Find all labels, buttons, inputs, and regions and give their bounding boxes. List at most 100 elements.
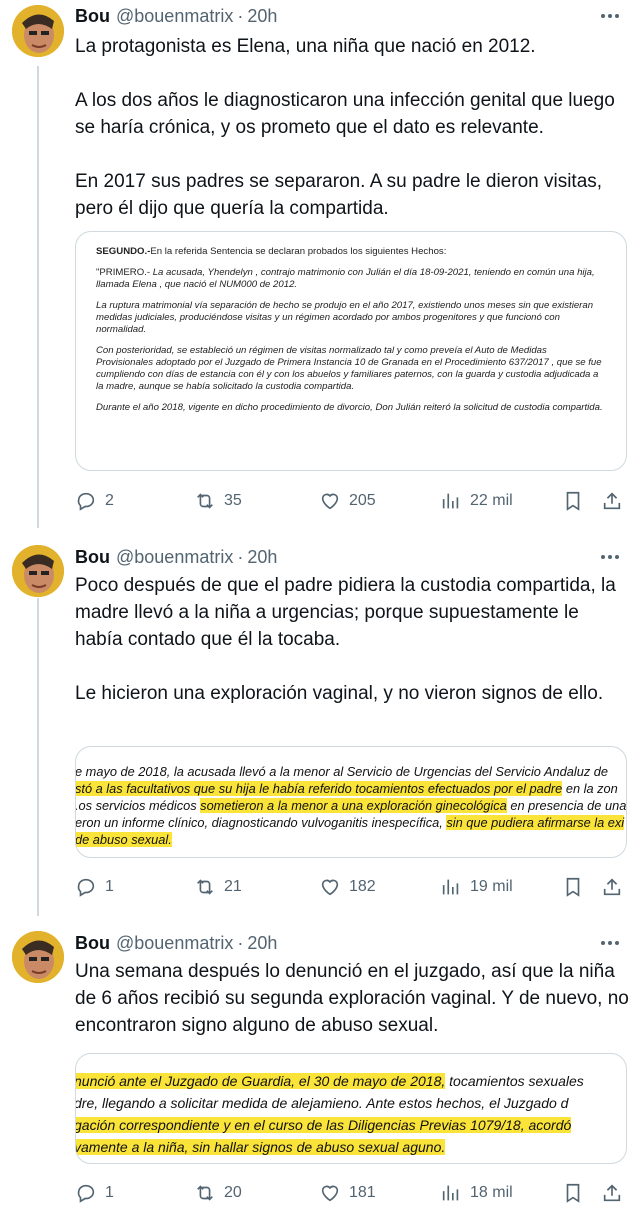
- retweet-count: 35: [224, 492, 242, 509]
- bookmark-icon: [566, 1183, 580, 1203]
- retweet-button[interactable]: 35: [194, 490, 242, 512]
- reply-icon: [77, 492, 95, 511]
- doc-text: La acusada, Yhendelyn , contrajo matrimo…: [96, 267, 595, 290]
- excerpt-line: dre, llegando a solicitar medida de alej…: [75, 1095, 569, 1111]
- doc-text: Durante el año 2018, vigente en dicho pr…: [96, 402, 603, 413]
- excerpt-text: eron un informe clínico, diagnosticando …: [75, 815, 447, 830]
- reply-button[interactable]: 2: [75, 490, 114, 512]
- like-icon: [321, 1185, 339, 1202]
- separator-dot: ·: [237, 546, 244, 567]
- excerpt-line: nunció ante el Juzgado de Guardia, el 30…: [76, 1070, 626, 1092]
- tweet[interactable]: Bou @bouenmatrix · 20h Poco después de q…: [0, 538, 636, 920]
- share-button[interactable]: [601, 876, 623, 898]
- highlight: vamente a la niña, sin hallar signos de …: [75, 1139, 446, 1155]
- author-handle[interactable]: @bouenmatrix: [116, 933, 233, 954]
- highlight: stó a las facultativos que su hija le ha…: [75, 781, 563, 796]
- retweet-button[interactable]: 21: [194, 876, 242, 898]
- tweet-paragraph: Le hicieron una exploración vaginal, y n…: [75, 683, 604, 704]
- reply-count: 1: [105, 1184, 114, 1201]
- tweet-text: Poco después de que el padre pidiera la …: [75, 572, 631, 707]
- tweet-header: Bou @bouenmatrix · 20h: [75, 932, 277, 954]
- separator-dot: ·: [237, 5, 244, 26]
- retweet-button[interactable]: 20: [194, 1182, 242, 1204]
- avatar[interactable]: [12, 545, 64, 597]
- excerpt-line: .os servicios médicos sometieron a la me…: [75, 797, 627, 814]
- avatar[interactable]: [12, 5, 64, 57]
- views-count: 19 mil: [470, 878, 513, 895]
- doc-heading: SEGUNDO.-: [96, 246, 151, 257]
- more-icon[interactable]: [598, 932, 622, 954]
- bookmark-icon: [566, 877, 580, 897]
- tweet[interactable]: Bou @bouenmatrix · 20h La protagonista e…: [0, 0, 636, 530]
- action-bar: 2 35 205 22 mil: [75, 489, 631, 513]
- views-icon: [442, 1185, 459, 1201]
- views-icon: [442, 879, 459, 895]
- document-excerpt: e mayo de 2018, la acusada llevó a la me…: [75, 747, 627, 848]
- doc-text: "PRIMERO.-: [96, 267, 153, 278]
- bookmark-button[interactable]: [562, 1182, 584, 1204]
- like-icon: [321, 493, 339, 510]
- media-document[interactable]: SEGUNDO.-En la referida Sentencia se dec…: [75, 231, 627, 471]
- views-button[interactable]: 18 mil: [440, 1182, 513, 1204]
- views-count: 18 mil: [470, 1184, 513, 1201]
- doc-text: Con posterioridad, se estableció un régi…: [96, 345, 602, 392]
- author-name[interactable]: Bou: [75, 547, 110, 568]
- share-button[interactable]: [601, 490, 623, 512]
- like-icon: [321, 879, 339, 896]
- share-icon: [603, 878, 621, 896]
- share-icon: [603, 1184, 621, 1202]
- excerpt-line: stó a las facultativos que su hija le ha…: [75, 780, 626, 797]
- author-name[interactable]: Bou: [75, 6, 110, 27]
- more-icon[interactable]: [598, 5, 622, 27]
- separator-dot: ·: [237, 932, 244, 953]
- tweet-paragraph: En 2017 sus padres se separaron. A su pa…: [75, 171, 603, 219]
- views-button[interactable]: 19 mil: [440, 876, 513, 898]
- document-excerpt: SEGUNDO.-En la referida Sentencia se dec…: [76, 232, 626, 433]
- retweet-count: 21: [224, 878, 242, 895]
- reply-button[interactable]: 1: [75, 876, 114, 898]
- author-name[interactable]: Bou: [75, 933, 110, 954]
- bookmark-button[interactable]: [562, 876, 584, 898]
- doc-text: La ruptura matrimonial vía separación de…: [96, 300, 594, 335]
- author-handle[interactable]: @bouenmatrix: [116, 6, 233, 27]
- media-highlighted-excerpt[interactable]: nunció ante el Juzgado de Guardia, el 30…: [75, 1053, 627, 1164]
- retweet-icon: [197, 493, 213, 509]
- more-icon[interactable]: [598, 546, 622, 568]
- highlight: gación correspondiente y en el curso de …: [75, 1117, 572, 1133]
- excerpt-text: .os servicios médicos: [75, 798, 201, 813]
- views-button[interactable]: 22 mil: [440, 490, 513, 512]
- like-button[interactable]: 182: [319, 876, 376, 898]
- tweet-header: Bou @bouenmatrix · 20h: [75, 546, 277, 568]
- reply-count: 2: [105, 492, 114, 509]
- avatar[interactable]: [12, 931, 64, 983]
- views-count: 22 mil: [470, 492, 513, 509]
- timestamp[interactable]: 20h: [247, 547, 277, 568]
- reply-count: 1: [105, 878, 114, 895]
- doc-text: En la referida Sentencia se declaran pro…: [150, 246, 447, 257]
- like-button[interactable]: 181: [319, 1182, 376, 1204]
- tweet-paragraph: Poco después de que el padre pidiera la …: [75, 575, 616, 650]
- tweet-text: Una semana después lo denunció en el juz…: [75, 958, 631, 1039]
- highlight: de abuso sexual.: [75, 832, 172, 847]
- highlight: sin que pudiera afirmarse la exi: [446, 815, 625, 830]
- like-count: 181: [349, 1184, 376, 1201]
- like-button[interactable]: 205: [319, 490, 376, 512]
- retweet-icon: [197, 1185, 213, 1201]
- retweet-count: 20: [224, 1184, 242, 1201]
- excerpt-line: vamente a la niña, sin hallar signos de …: [75, 1136, 626, 1158]
- excerpt-text: en la zon: [562, 781, 618, 796]
- timestamp[interactable]: 20h: [247, 6, 277, 27]
- timestamp[interactable]: 20h: [247, 933, 277, 954]
- document-excerpt: nunció ante el Juzgado de Guardia, el 30…: [75, 1054, 626, 1158]
- reply-icon: [77, 1184, 95, 1203]
- media-highlighted-excerpt[interactable]: e mayo de 2018, la acusada llevó a la me…: [75, 746, 627, 858]
- tweet[interactable]: Bou @bouenmatrix · 20h Una semana despué…: [0, 925, 636, 1221]
- share-button[interactable]: [601, 1182, 623, 1204]
- excerpt-line: de abuso sexual.: [75, 831, 626, 848]
- tweet-paragraph: Una semana después lo denunció en el juz…: [75, 961, 629, 1036]
- reply-button[interactable]: 1: [75, 1182, 114, 1204]
- bookmark-button[interactable]: [562, 490, 584, 512]
- tweet-paragraph: La protagonista es Elena, una niña que n…: [75, 36, 536, 57]
- author-handle[interactable]: @bouenmatrix: [116, 547, 233, 568]
- excerpt-text: en presencia de una f: [506, 798, 627, 813]
